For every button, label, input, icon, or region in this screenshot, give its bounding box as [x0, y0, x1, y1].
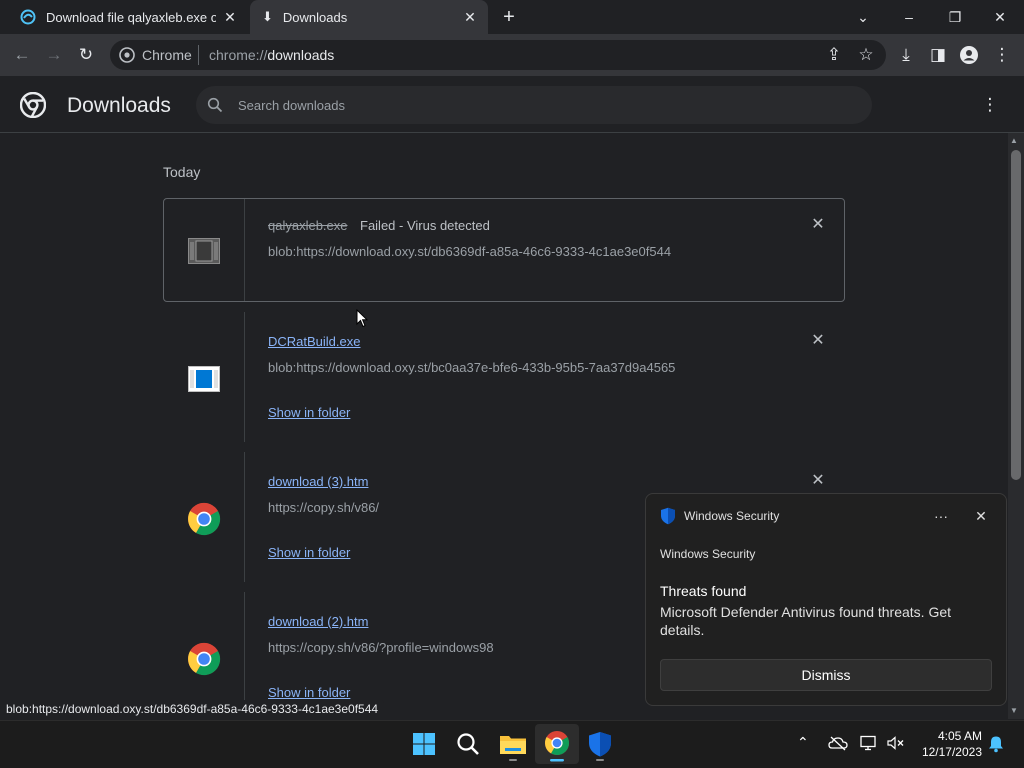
close-window-icon[interactable]: ✕ — [985, 4, 1015, 30]
clock-time[interactable]: 4:05 AM — [930, 729, 982, 743]
download-url: https://copy.sh/v86/?profile=windows98 — [268, 640, 494, 655]
file-explorer-icon[interactable] — [495, 726, 531, 762]
chrome-site-icon — [119, 47, 135, 63]
profile-avatar-icon[interactable] — [960, 46, 978, 64]
toast-subtitle: Windows Security — [660, 547, 756, 561]
item-divider — [244, 592, 245, 702]
onedrive-off-icon[interactable] — [828, 735, 848, 751]
toast-close-icon[interactable]: ✕ — [972, 506, 990, 526]
tray-chevron-up-icon[interactable]: ⌃ — [797, 734, 809, 751]
download-url: blob:https://download.oxy.st/db6369df-a8… — [268, 244, 672, 259]
downloads-menu-icon[interactable]: ⋮ — [978, 93, 1002, 117]
file-exe-icon — [188, 366, 220, 392]
windows-security-shield-icon — [661, 507, 675, 525]
tab-search-chevron-icon[interactable]: ⌄ — [848, 4, 878, 30]
remove-item-close-icon[interactable]: ✕ — [808, 331, 828, 351]
item-divider — [244, 452, 245, 582]
scroll-up-arrow-icon[interactable]: ▲ — [1010, 136, 1018, 145]
show-in-folder-link[interactable]: Show in folder — [268, 545, 350, 560]
toast-body: Microsoft Defender Antivirus found threa… — [660, 604, 952, 638]
restore-icon[interactable]: ❐ — [940, 4, 970, 30]
site-label: Chrome — [142, 47, 192, 63]
url-scheme: chrome:// — [209, 47, 268, 63]
taskbar-search-icon[interactable] — [450, 726, 486, 762]
windows-start-icon[interactable] — [406, 726, 442, 762]
download-filename-link[interactable]: download (2).htm — [268, 614, 368, 629]
tab-title: Downloads — [282, 9, 348, 25]
download-filename-link[interactable]: download (3).htm — [268, 474, 368, 489]
chrome-logo-icon — [20, 92, 46, 118]
search-icon — [207, 97, 223, 113]
page-title: Downloads — [67, 94, 171, 117]
dismiss-button[interactable]: Dismiss — [660, 659, 992, 691]
tab-download-file[interactable]: Download file qalyaxleb.exe on O ✕ — [8, 0, 248, 34]
side-panel-icon[interactable]: ◨ — [926, 43, 950, 67]
close-tab-icon[interactable]: ✕ — [222, 9, 238, 25]
scroll-down-arrow-icon[interactable]: ▼ — [1010, 706, 1018, 715]
downloads-toolbar-icon[interactable]: ⤓ — [894, 43, 918, 67]
section-label-today: Today — [163, 164, 201, 180]
tab-title: Download file qalyaxleb.exe on O — [46, 9, 216, 25]
show-in-folder-link[interactable]: Show in folder — [268, 405, 350, 420]
download-filename: qalyaxleb.exe — [268, 218, 348, 233]
windows-security-taskbar-icon[interactable] — [582, 726, 618, 762]
share-icon[interactable]: ⇪ — [822, 43, 846, 67]
chrome-taskbar-icon[interactable] — [539, 726, 575, 762]
address-url[interactable]: chrome://downloads — [209, 46, 334, 64]
more-menu-icon[interactable]: ⋮ — [990, 43, 1014, 67]
close-tab-icon[interactable]: ✕ — [462, 9, 478, 25]
mouse-cursor-icon — [356, 309, 368, 328]
remove-item-close-icon[interactable]: ✕ — [808, 215, 828, 235]
scrollbar-thumb[interactable] — [1011, 150, 1021, 480]
reload-icon[interactable]: ↻ — [74, 43, 98, 67]
search-input[interactable] — [238, 95, 838, 115]
file-exe-icon — [188, 238, 220, 264]
chrome-file-icon — [188, 642, 221, 676]
minimize-icon[interactable]: – — [894, 4, 924, 30]
url-host: downloads — [267, 47, 335, 63]
download-status: Failed - Virus detected — [360, 218, 490, 233]
new-tab-plus-icon[interactable]: + — [498, 6, 520, 28]
download-url: https://copy.sh/v86/ — [268, 500, 380, 515]
network-monitor-icon[interactable] — [860, 735, 880, 751]
download-filename-link[interactable]: DCRatBuild.exe — [268, 334, 361, 349]
back-arrow-icon[interactable]: ← — [10, 43, 34, 67]
download-url: blob:https://download.oxy.st/bc0aa37e-bf… — [268, 360, 676, 375]
remove-item-close-icon[interactable]: ✕ — [808, 471, 828, 491]
status-bubble: blob:https://download.oxy.st/db6369df-a8… — [0, 700, 385, 719]
bookmark-star-icon[interactable]: ☆ — [854, 43, 878, 67]
toast-more-icon[interactable]: ··· — [930, 506, 952, 526]
item-divider — [244, 312, 245, 442]
toast-heading: Threats found — [660, 583, 747, 599]
site-favicon-icon — [20, 9, 36, 25]
chrome-file-icon — [188, 502, 221, 536]
tab-downloads[interactable]: ⬇ Downloads ✕ — [250, 0, 488, 34]
show-in-folder-link[interactable]: Show in folder — [268, 685, 350, 700]
forward-arrow-icon[interactable]: → — [42, 43, 66, 67]
notification-bell-icon[interactable] — [988, 735, 1004, 753]
download-icon: ⬇ — [262, 9, 273, 24]
address-divider — [198, 45, 199, 65]
toast-app-name: Windows Security — [684, 509, 780, 523]
volume-muted-icon[interactable] — [886, 735, 906, 751]
clock-date[interactable]: 12/17/2023 — [916, 745, 982, 759]
